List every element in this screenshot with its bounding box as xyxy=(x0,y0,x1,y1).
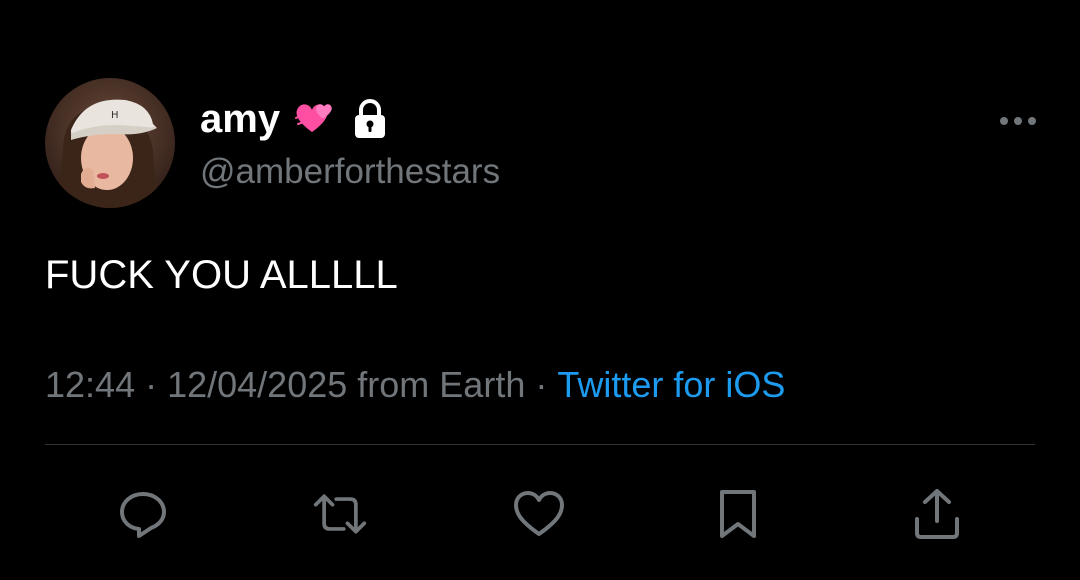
reply-icon xyxy=(120,492,166,538)
bookmark-icon xyxy=(720,490,756,538)
display-name-row: amy xyxy=(200,94,388,144)
tweet-time: 12:44 xyxy=(45,364,136,405)
retweet-icon xyxy=(313,494,367,534)
lock-icon xyxy=(352,98,388,140)
tweet-card: H amy @amberforthestars FUCK YOU ALLLLL … xyxy=(0,0,1080,580)
user-handle[interactable]: @amberforthestars xyxy=(200,150,500,194)
display-name[interactable]: amy xyxy=(200,94,280,144)
bookmark-button[interactable] xyxy=(710,486,766,542)
tweet-text: FUCK YOU ALLLLL xyxy=(45,253,398,297)
action-bar xyxy=(0,486,1080,542)
share-icon xyxy=(915,489,959,539)
avatar[interactable]: H xyxy=(45,78,175,208)
tweet-metadata: 12:44 · 12/04/2025 from Earth · Twitter for … xyxy=(45,362,785,408)
tweet-date: 12/04/2025 xyxy=(167,364,348,405)
meta-separator: · xyxy=(535,364,548,405)
two-hearts-emoji-icon xyxy=(292,98,338,140)
like-button[interactable] xyxy=(511,486,567,542)
more-options-button[interactable] xyxy=(996,108,1040,134)
share-button[interactable] xyxy=(909,486,965,542)
svg-text:H: H xyxy=(111,110,119,121)
meta-separator: · xyxy=(145,364,158,405)
retweet-button[interactable] xyxy=(312,486,368,542)
avatar-image: H xyxy=(45,78,175,208)
reply-button[interactable] xyxy=(115,486,171,542)
tweet-location: from Earth xyxy=(357,364,526,405)
like-icon xyxy=(514,491,564,536)
more-icon xyxy=(1000,117,1036,125)
tweet-source-link[interactable]: Twitter for iOS xyxy=(557,364,785,405)
divider xyxy=(45,444,1035,445)
